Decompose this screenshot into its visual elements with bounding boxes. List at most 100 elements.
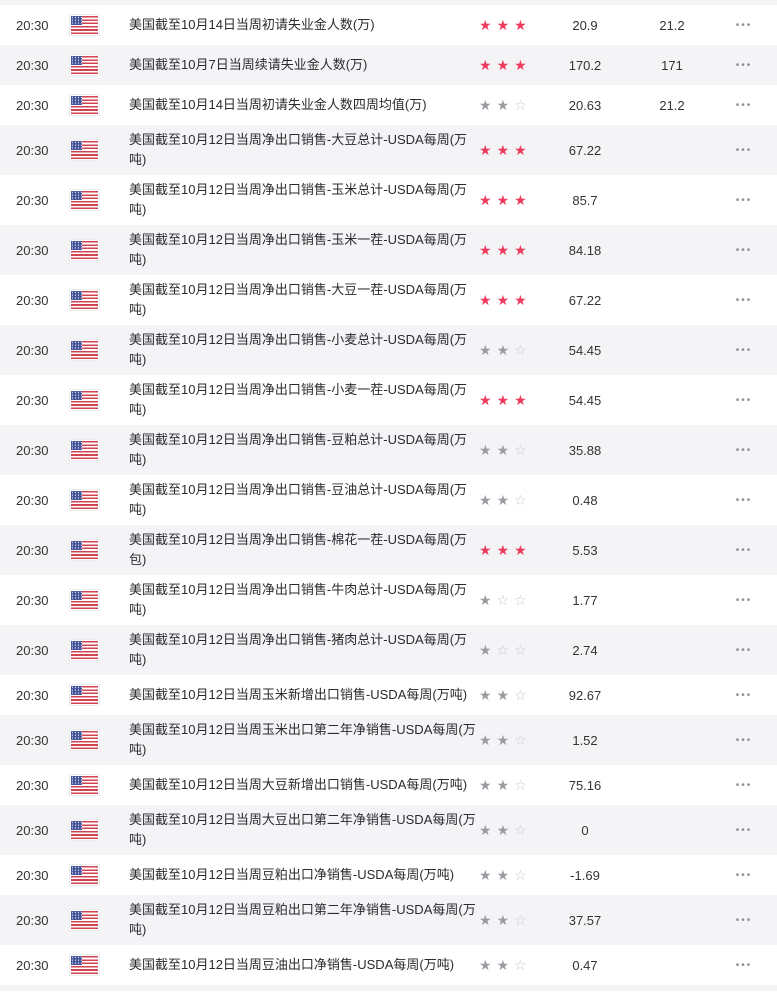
more-button[interactable]: ••• — [734, 592, 755, 610]
calendar-event-row[interactable]: 20:30 美国截至10月12日当周玉米新增出口销售-USDA每周(万吨) ★ ★… — [0, 675, 777, 715]
star-filled-icon: ★ — [496, 57, 510, 73]
event-title: 美国截至10月12日当周大豆新增出口销售-USDA每周(万吨) — [129, 777, 468, 792]
more-button[interactable]: ••• — [734, 57, 755, 75]
calendar-event-row[interactable]: 20:30 美国截至10月12日当周净出口销售-玉米一茬-USDA每周(万吨) … — [0, 225, 777, 275]
more-button[interactable]: ••• — [734, 732, 755, 750]
star-filled-icon: ★ — [479, 17, 492, 33]
calendar-event-row[interactable]: 20:30 美国截至10月12日当周大豆出口第二年净销售-USDA每周(万吨) … — [0, 805, 777, 855]
calendar-event-row[interactable]: 20:30 美国截至10月12日当周净出口销售-大豆总计-USDA每周(万吨) … — [0, 125, 777, 175]
event-time: 20:30 — [16, 687, 49, 703]
more-button[interactable]: ••• — [734, 542, 755, 560]
calendar-event-row[interactable]: 20:30 美国截至10月14日当周初请失业金人数四周均值(万) ★ ★ ☆ 20.… — [0, 85, 777, 125]
flag-canton — [71, 821, 82, 830]
calendar-event-row[interactable]: 20:30 美国截至10月12日当周净出口销售-小麦一茬-USDA每周(万吨) … — [0, 375, 777, 425]
event-time: 20:30 — [16, 442, 49, 458]
more-button[interactable]: ••• — [734, 867, 755, 885]
calendar-event-row[interactable]: 20:30 美国截至10月12日当周净出口销售-豆油总计-USDA每周(万吨) … — [0, 475, 777, 525]
calendar-event-row[interactable]: 20:30 美国截至10月12日当周净出口销售-牛肉总计-USDA每周(万吨) … — [0, 575, 777, 625]
star-filled-icon: ★ — [479, 142, 492, 158]
flag-canton — [71, 591, 82, 600]
more-button[interactable]: ••• — [734, 142, 755, 160]
event-time: 20:30 — [16, 57, 49, 73]
star-filled-icon: ★ — [496, 342, 510, 358]
us-flag-icon — [71, 956, 98, 974]
event-title: 美国截至10月12日当周豆粕出口第二年净销售-USDA每周(万吨) — [129, 902, 476, 937]
event-time: 20:30 — [16, 292, 49, 308]
event-time: 20:30 — [16, 822, 49, 838]
calendar-event-row[interactable]: 20:30 美国截至10月12日当周净出口销售-玉米总计-USDA每周(万吨) … — [0, 175, 777, 225]
flag-cell — [55, 776, 129, 794]
calendar-event-row[interactable]: 20:30 美国截至10月12日当周净出口销售-大豆一茬-USDA每周(万吨) … — [0, 275, 777, 325]
more-button[interactable]: ••• — [734, 192, 755, 210]
star-filled-icon: ★ — [496, 822, 510, 838]
more-button[interactable]: ••• — [734, 492, 755, 510]
us-flag-icon — [71, 641, 98, 659]
calendar-event-row[interactable]: 20:30 美国截至10月12日当周玉米出口第二年净销售-USDA每周(万吨) … — [0, 715, 777, 765]
star-filled-icon: ★ — [479, 342, 492, 358]
calendar-event-row[interactable]: 20:30 美国截至10月12日当周豆粕出口净销售-USDA每周(万吨) ★ ★ ☆… — [0, 855, 777, 895]
calendar-event-row[interactable]: 20:30 美国截至10月12日当周豆油出口净销售-USDA每周(万吨) ★ ★ ☆… — [0, 945, 777, 985]
star-filled-icon: ★ — [496, 97, 510, 113]
more-button[interactable]: ••• — [734, 342, 755, 360]
calendar-event-row[interactable]: 20:30 美国截至10月14日当周初请失业金人数(万) ★ ★ ★ 20.9 21… — [0, 5, 777, 45]
actual-value: 20.9 — [572, 17, 598, 33]
calendar-event-row[interactable]: 20:30 美国截至10月12日当周豆粕出口第二年净销售-USDA每周(万吨) … — [0, 895, 777, 945]
actual-value: 67.22 — [568, 292, 602, 308]
flag-cell — [55, 491, 129, 509]
ellipsis-icon: ••• — [735, 394, 753, 406]
star-filled-icon: ★ — [479, 912, 492, 928]
star-outline-icon: ☆ — [496, 642, 510, 658]
star-filled-icon: ★ — [479, 867, 492, 883]
star-filled-icon: ★ — [479, 292, 492, 308]
more-button[interactable]: ••• — [734, 687, 755, 705]
star-outline-icon: ☆ — [514, 777, 527, 793]
flag-canton — [71, 731, 82, 740]
flag-cell — [55, 441, 129, 459]
actual-value: 35.88 — [568, 442, 602, 458]
more-button[interactable]: ••• — [734, 822, 755, 840]
flag-cell — [55, 641, 129, 659]
us-flag-icon — [71, 491, 98, 509]
calendar-event-row[interactable]: 20:30 美国截至10月12日当周大豆新增出口销售-USDA每周(万吨) ★ ★… — [0, 765, 777, 805]
us-flag-icon — [71, 731, 98, 749]
more-button[interactable]: ••• — [734, 442, 755, 460]
ellipsis-icon: ••• — [735, 494, 753, 506]
us-flag-icon — [71, 191, 98, 209]
flag-cell — [55, 591, 129, 609]
more-button[interactable]: ••• — [734, 777, 755, 795]
more-button[interactable]: ••• — [734, 392, 755, 410]
flag-cell — [55, 821, 129, 839]
more-button[interactable]: ••• — [734, 642, 755, 660]
calendar-event-row[interactable]: 20:30 美国截至10月12日当周净出口销售-棉花一茬-USDA每周(万包) … — [0, 525, 777, 575]
more-cell: ••• — [711, 731, 777, 750]
importance-stars: ★ ★ ★ — [479, 143, 537, 157]
more-cell: ••• — [711, 821, 777, 840]
more-button[interactable]: ••• — [734, 17, 755, 35]
actual-value: 67.22 — [568, 142, 602, 158]
calendar-event-row[interactable]: 20:30 美国截至10月12日当周净出口销售-猪肉总计-USDA每周(万吨) … — [0, 625, 777, 675]
flag-cell — [55, 341, 129, 359]
actual-value: 54.45 — [568, 392, 602, 408]
actual-value: 170.2 — [568, 57, 602, 73]
us-flag-icon — [71, 16, 98, 34]
more-cell: ••• — [711, 776, 777, 795]
star-outline-icon: ☆ — [514, 912, 527, 928]
event-title: 美国截至10月12日当周净出口销售-小麦总计-USDA每周(万吨) — [129, 332, 468, 367]
flag-canton — [71, 16, 82, 25]
calendar-event-row[interactable]: 20:30 美国截至10月12日当周净出口销售-豆粕总计-USDA每周(万吨) … — [0, 425, 777, 475]
more-button[interactable]: ••• — [734, 97, 755, 115]
calendar-event-row[interactable]: 20:30 美国截至10月7日当周续请失业金人数(万) ★ ★ ★ 170.2 17… — [0, 45, 777, 85]
flag-canton — [71, 911, 82, 920]
more-button[interactable]: ••• — [734, 292, 755, 310]
star-filled-icon: ★ — [479, 492, 492, 508]
flag-canton — [71, 956, 82, 965]
more-cell: ••• — [711, 291, 777, 310]
event-time: 20:30 — [16, 867, 49, 883]
more-button[interactable]: ••• — [734, 957, 755, 975]
more-button[interactable]: ••• — [734, 242, 755, 260]
star-filled-icon: ★ — [496, 492, 510, 508]
more-button[interactable]: ••• — [734, 912, 755, 930]
calendar-event-row[interactable]: 20:30 美国截至10月12日当周净出口销售-小麦总计-USDA每周(万吨) … — [0, 325, 777, 375]
event-title: 美国截至10月12日当周净出口销售-大豆一茬-USDA每周(万吨) — [129, 282, 468, 317]
importance-stars: ★ ★ ☆ — [479, 493, 537, 507]
